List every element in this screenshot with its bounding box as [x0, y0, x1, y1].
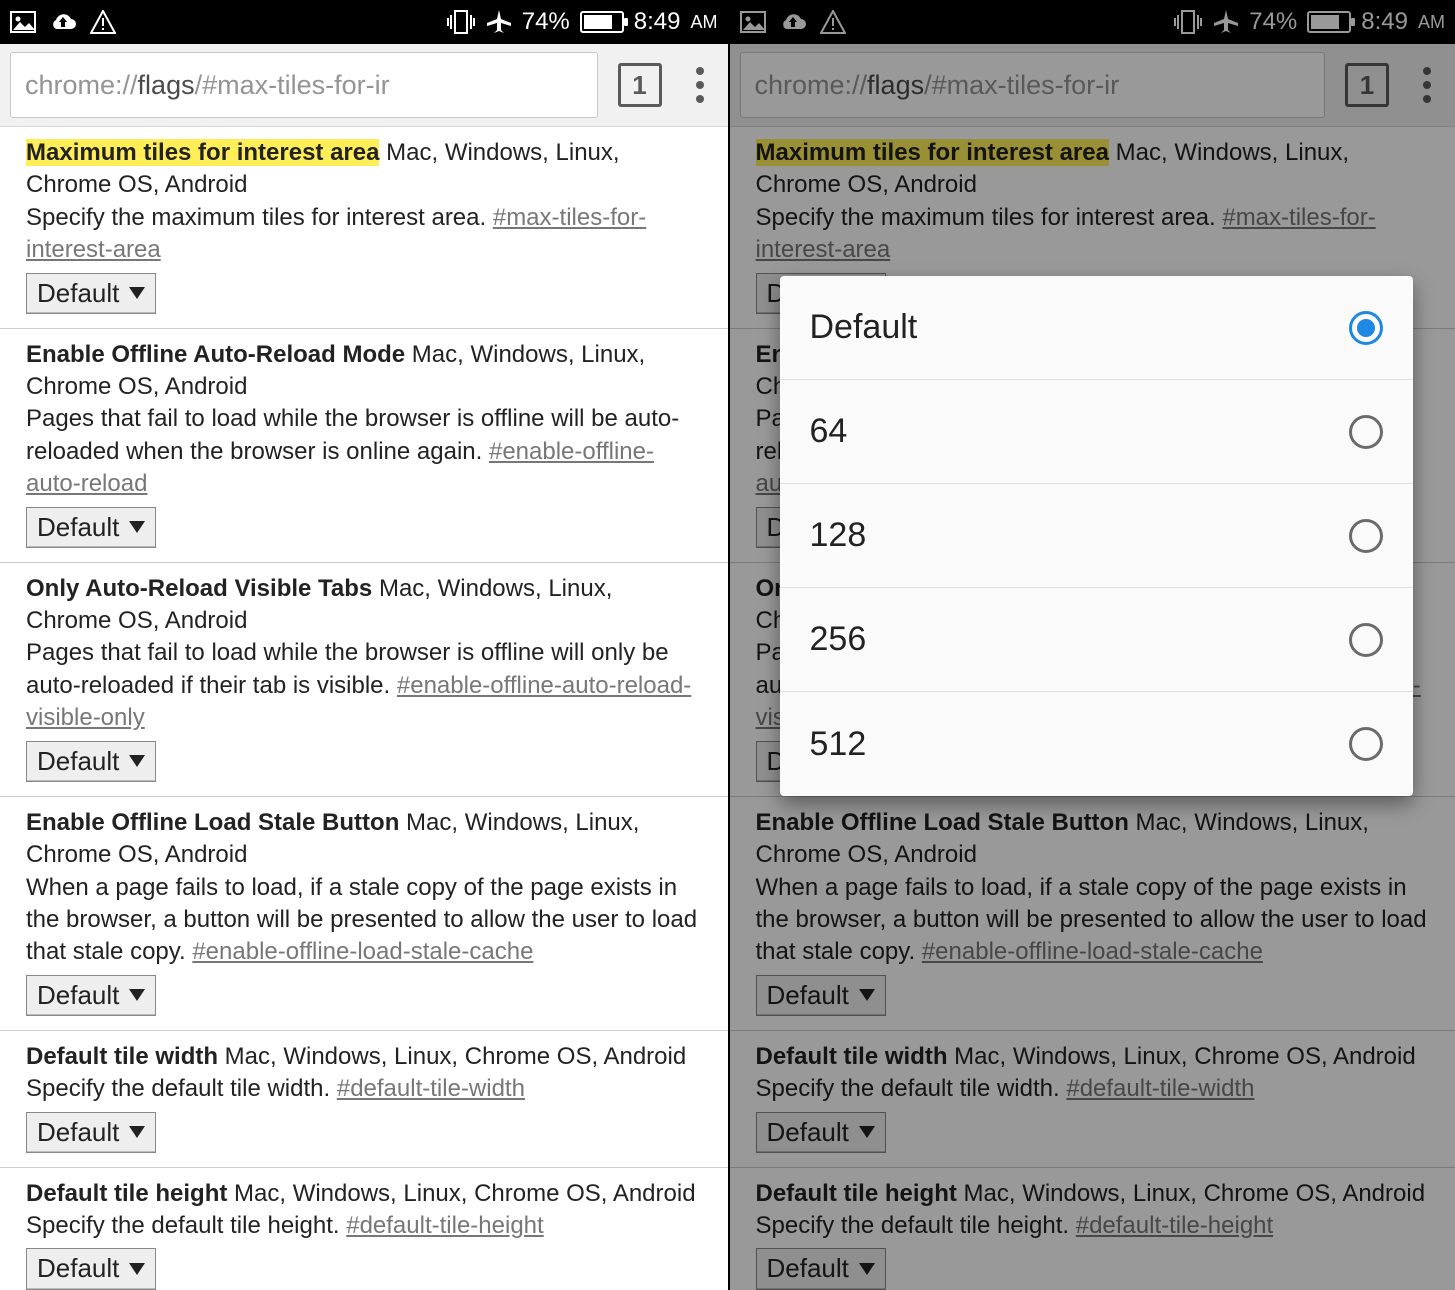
airplane-icon: [486, 9, 512, 35]
flag-hash-link[interactable]: #enable-offline-load-stale-cache: [192, 938, 533, 965]
dialog-option-label: Default: [810, 308, 918, 347]
image-icon: [10, 11, 36, 33]
flag-hash-link[interactable]: #default-tile-width: [337, 1075, 525, 1102]
chevron-down-icon: [129, 521, 145, 533]
right-screenshot: 74% 8:49 AM chrome://flags/#max-tiles-fo…: [728, 0, 1455, 1290]
warning-icon: [90, 10, 116, 34]
cloud-upload-icon: [48, 11, 78, 33]
flag-platforms: Mac, Windows, Linux, Chrome OS, Android: [234, 1180, 696, 1207]
flag-select-value: Default: [37, 978, 119, 1013]
flag-description: Specify the default tile width.: [26, 1075, 330, 1102]
flag-select-value: Default: [37, 1251, 119, 1286]
clock-time: 8:49: [634, 8, 681, 36]
dialog-option[interactable]: 512: [780, 692, 1414, 796]
url-prefix: chrome://: [25, 70, 138, 101]
flag-select[interactable]: Default: [26, 741, 156, 782]
radio-icon: [1349, 519, 1383, 553]
flag-entry: Maximum tiles for interest area Mac, Win…: [0, 127, 728, 329]
battery-icon: [580, 11, 624, 33]
dialog-option[interactable]: 128: [780, 484, 1414, 588]
chevron-down-icon: [129, 1126, 145, 1138]
omnibox[interactable]: chrome://flags/#max-tiles-for-ir: [10, 52, 598, 118]
clock-ampm: AM: [691, 12, 718, 33]
flag-title: Default tile width: [26, 1043, 218, 1070]
flag-select-value: Default: [37, 276, 119, 311]
flag-select-value: Default: [37, 744, 119, 779]
flag-select-value: Default: [37, 1115, 119, 1150]
radio-icon: [1349, 311, 1383, 345]
flag-select[interactable]: Default: [26, 1248, 156, 1289]
dialog-option[interactable]: 64: [780, 380, 1414, 484]
flags-list[interactable]: Maximum tiles for interest area Mac, Win…: [0, 127, 728, 1290]
flag-select[interactable]: Default: [26, 507, 156, 548]
radio-icon: [1349, 623, 1383, 657]
flag-hash-link[interactable]: #default-tile-height: [346, 1212, 543, 1239]
dialog-option-label: 64: [810, 412, 848, 451]
dialog-option[interactable]: Default: [780, 276, 1414, 380]
radio-icon: [1349, 415, 1383, 449]
flag-platforms: Mac, Windows, Linux, Chrome OS, Android: [225, 1043, 687, 1070]
flag-select[interactable]: Default: [26, 273, 156, 314]
url-suffix: /#max-tiles-for-ir: [195, 70, 390, 101]
chevron-down-icon: [129, 287, 145, 299]
dialog-option-label: 256: [810, 620, 867, 659]
flag-entry: Only Auto-Reload Visible Tabs Mac, Windo…: [0, 563, 728, 797]
flag-select[interactable]: Default: [26, 975, 156, 1016]
flag-entry: Default tile width Mac, Windows, Linux, …: [0, 1031, 728, 1168]
url-host: flags: [138, 70, 195, 101]
flag-title: Default tile height: [26, 1180, 227, 1207]
tab-switcher-button[interactable]: 1: [618, 63, 662, 107]
flag-title: Only Auto-Reload Visible Tabs: [26, 575, 372, 602]
flag-entry: Default tile height Mac, Windows, Linux,…: [0, 1168, 728, 1290]
dialog-option-label: 512: [810, 725, 867, 764]
menu-button[interactable]: [682, 67, 718, 103]
flag-description: Specify the default tile height.: [26, 1212, 340, 1239]
flag-entry: Enable Offline Auto-Reload Mode Mac, Win…: [0, 329, 728, 563]
flag-title: Enable Offline Auto-Reload Mode: [26, 341, 405, 368]
flag-entry: Enable Offline Load Stale Button Mac, Wi…: [0, 797, 728, 1031]
vibrate-icon: [446, 9, 476, 35]
radio-icon: [1349, 727, 1383, 761]
dialog-option-label: 128: [810, 516, 867, 555]
status-bar: 74% 8:49 AM: [0, 0, 728, 44]
left-screenshot: 74% 8:49 AM chrome://flags/#max-tiles-fo…: [0, 0, 728, 1290]
battery-percent: 74%: [522, 8, 570, 36]
dialog-option[interactable]: 256: [780, 588, 1414, 692]
chevron-down-icon: [129, 1263, 145, 1275]
flag-select[interactable]: Default: [26, 1112, 156, 1153]
chevron-down-icon: [129, 989, 145, 1001]
select-dialog: Default 64 128 256 512: [780, 276, 1414, 796]
flag-title: Enable Offline Load Stale Button: [26, 809, 399, 836]
flag-description: Specify the maximum tiles for interest a…: [26, 204, 486, 231]
flag-title: Maximum tiles for interest area: [26, 139, 379, 166]
chrome-toolbar: chrome://flags/#max-tiles-for-ir 1: [0, 44, 728, 127]
chevron-down-icon: [129, 755, 145, 767]
flag-select-value: Default: [37, 510, 119, 545]
